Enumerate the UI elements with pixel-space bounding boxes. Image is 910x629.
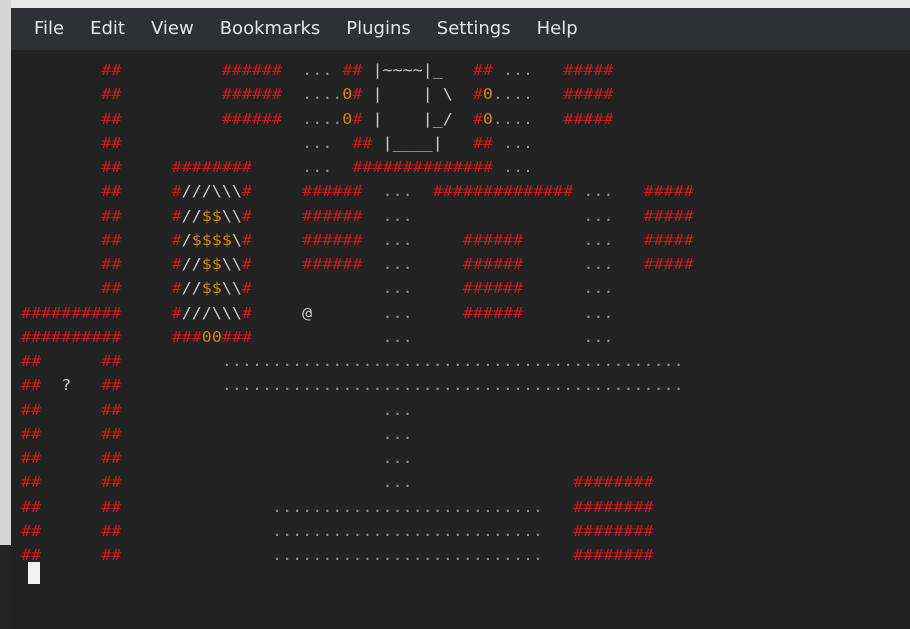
map-row: ## ###### ....0# | |_/ #0.... #####	[101, 109, 614, 128]
game-map: ## ###### ... ## |~~~~|_ ## ... ##### ##…	[11, 58, 694, 567]
menu-bar: File Edit View Bookmarks Plugins Setting…	[11, 8, 910, 50]
map-row: ## ## ........................... ######…	[21, 521, 654, 540]
terminal-window: File Edit View Bookmarks Plugins Setting…	[11, 8, 910, 629]
map-row: ## #//$$\\# ... ###### ...	[101, 279, 614, 298]
map-row: ## ## ...	[21, 400, 413, 419]
menu-view[interactable]: View	[138, 8, 207, 50]
map-row: ## ## ..................................…	[21, 352, 684, 370]
menu-help[interactable]: Help	[524, 8, 591, 50]
map-row: ## ## ...	[21, 449, 413, 467]
map-row: ## ## ........................... ######…	[21, 546, 654, 564]
map-row: ## ## ... ########	[21, 473, 654, 492]
desktop-edge	[0, 0, 11, 629]
menu-bookmarks[interactable]: Bookmarks	[207, 8, 334, 50]
map-row: ########## #///\\\# @ ... ###### ...	[21, 303, 614, 322]
map-row: ## ## ........................... ######…	[21, 497, 654, 516]
map-row: ## #//$$\\# ###### ... ###### ... #####	[101, 255, 694, 273]
map-row: ## ## ...	[21, 424, 413, 443]
map-row: ## ? ## ................................…	[21, 376, 684, 395]
text-cursor	[28, 562, 40, 584]
menu-file[interactable]: File	[11, 8, 77, 50]
terminal-area[interactable]: ## ###### ... ## |~~~~|_ ## ... ##### ##…	[11, 54, 910, 629]
map-row: ## ... ## |____| ## ...	[101, 133, 534, 152]
map-row: ## #///\\\# ###### ... ############## ..…	[101, 182, 694, 201]
map-row: ## ###### ... ## |~~~~|_ ## ... #####	[101, 61, 614, 79]
menu-settings[interactable]: Settings	[424, 8, 524, 50]
menu-edit[interactable]: Edit	[77, 8, 138, 50]
map-row: ## ######## ... ############## ...	[101, 158, 534, 176]
map-row: ########## ###00### ... ...	[21, 327, 614, 346]
map-row: ## #//$$\\# ###### ... ... #####	[101, 206, 694, 225]
desktop-dark-corner	[0, 545, 11, 629]
map-row: ## ###### ....0# | | \ #0.... #####	[101, 85, 614, 104]
menu-plugins[interactable]: Plugins	[333, 8, 423, 50]
map-row: ## #/$$$$\# ###### ... ###### ... #####	[101, 230, 694, 249]
